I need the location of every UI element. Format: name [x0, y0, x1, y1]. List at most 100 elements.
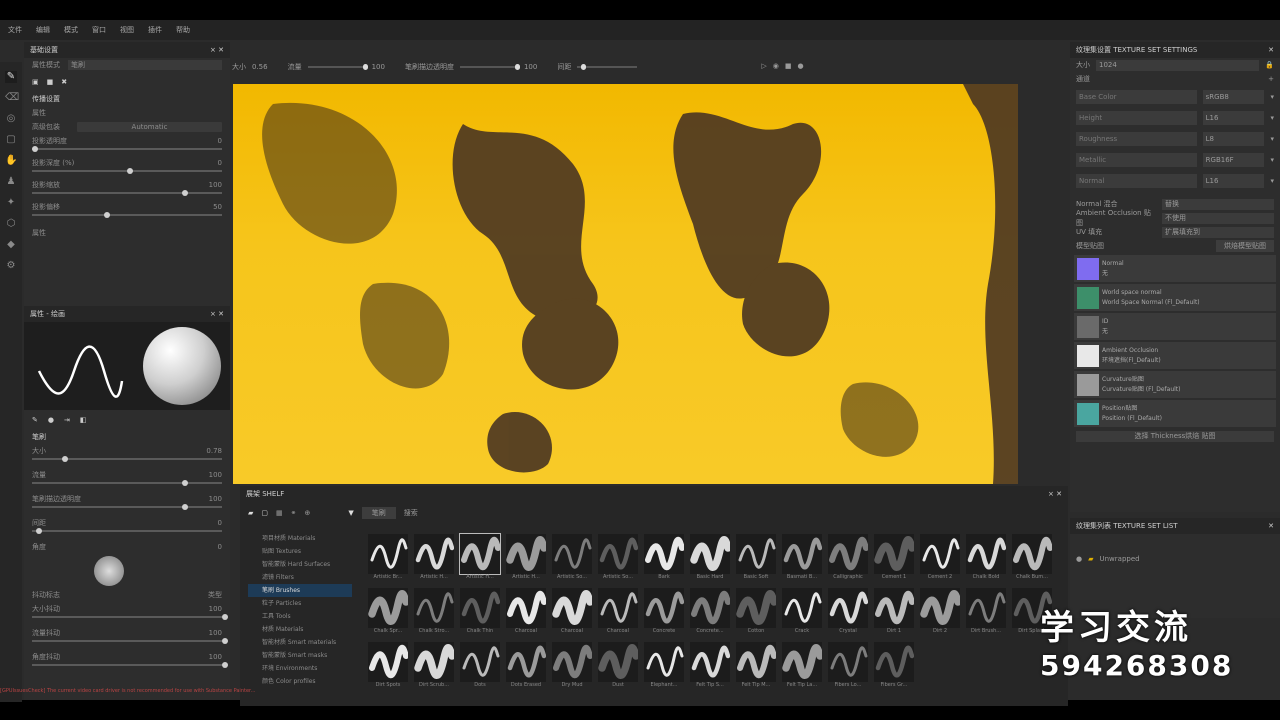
- mesh-map-slot[interactable]: ID 无: [1074, 313, 1276, 340]
- setting-row[interactable]: 高级包装 Automatic: [24, 120, 230, 134]
- param-value[interactable]: 100: [209, 653, 222, 661]
- panel-icon[interactable]: ▢: [261, 509, 268, 517]
- setting-slider[interactable]: [32, 190, 222, 196]
- shelf-category[interactable]: 智能蒙版 Smart masks: [248, 649, 352, 662]
- brush-thumbnail[interactable]: Artistic H...: [504, 534, 548, 588]
- brush-thumbnail[interactable]: Chalk Bum...: [1010, 534, 1054, 588]
- brush-thumbnail[interactable]: Chalk Spr...: [366, 588, 410, 642]
- lock-icon[interactable]: 🔒: [1265, 61, 1274, 69]
- brush-thumbnail[interactable]: Dust: [596, 642, 640, 696]
- brush-thumbnail[interactable]: Crystal: [826, 588, 870, 642]
- setting-value[interactable]: 0: [218, 159, 222, 167]
- mesh-map-slot[interactable]: Position贴图 Position (Fl_Default): [1074, 400, 1276, 427]
- spacing-slider[interactable]: [577, 64, 638, 70]
- add-channel-icon[interactable]: +: [1268, 75, 1274, 83]
- close-icon[interactable]: ✕: [1268, 522, 1274, 530]
- brush-thumbnail[interactable]: Felt Tip S...: [688, 642, 732, 696]
- param-value[interactable]: 0: [218, 543, 222, 551]
- geometry-mask-icon[interactable]: ▢: [5, 134, 17, 146]
- image-icon[interactable]: ▣: [32, 78, 39, 86]
- param-slider[interactable]: [32, 456, 222, 462]
- brush-thumbnail[interactable]: Concrete...: [688, 588, 732, 642]
- texture-set-item[interactable]: ● ▰ Unwrapped: [1070, 552, 1280, 566]
- brush-thumbnail[interactable]: Fibers Gr...: [872, 642, 916, 696]
- brush-thumbnail[interactable]: Artistic Br...: [366, 534, 410, 588]
- brush-thumbnail[interactable]: Dry Mud: [550, 642, 594, 696]
- param-value[interactable]: 100: [209, 605, 222, 613]
- mesh-map-slot[interactable]: Curvature贴图 Curvature贴图 (Fl_Default): [1074, 371, 1276, 398]
- channel-name[interactable]: Normal: [1076, 173, 1197, 188]
- settings-icon[interactable]: ⚙: [5, 260, 17, 272]
- remove-channel-icon[interactable]: ▾: [1270, 156, 1274, 164]
- menu-item[interactable]: 窗口: [92, 25, 106, 35]
- brush-thumbnail[interactable]: Charcoal: [596, 588, 640, 642]
- channel-name[interactable]: Base Color: [1076, 89, 1197, 104]
- flow-slider[interactable]: [307, 64, 368, 70]
- brush-thumbnail[interactable]: Artistic So...: [596, 534, 640, 588]
- param-value[interactable]: 100: [209, 495, 222, 503]
- shelf-category[interactable]: 材质 Materials: [248, 623, 352, 636]
- brush-thumbnail[interactable]: Artistic H...: [412, 534, 456, 588]
- param-slider[interactable]: [32, 504, 222, 510]
- brush-thumbnail[interactable]: Cement 1: [872, 534, 916, 588]
- shelf-category[interactable]: 笔刷 Brushes: [248, 584, 352, 597]
- channel-format[interactable]: L16: [1202, 110, 1265, 125]
- painted-surface[interactable]: [233, 84, 1018, 484]
- shelf-category[interactable]: 滤镜 Filters: [248, 571, 352, 584]
- link-icon[interactable]: ⚭: [291, 509, 297, 517]
- brush-thumbnail[interactable]: Felt Tip La...: [780, 642, 824, 696]
- play-icon[interactable]: ▷: [761, 62, 766, 70]
- brush-thumbnail[interactable]: Chalk Stro...: [412, 588, 456, 642]
- brush-thumbnail[interactable]: Cotton: [734, 588, 778, 642]
- brush-thumbnail[interactable]: Dirt 2: [918, 588, 962, 642]
- brush-thumbnail[interactable]: Crack: [780, 588, 824, 642]
- menu-item[interactable]: 模式: [64, 25, 78, 35]
- param-value[interactable]: 100: [209, 629, 222, 637]
- setting-value[interactable]: 100: [209, 181, 222, 189]
- param-slider[interactable]: [32, 480, 222, 486]
- eye-icon[interactable]: ●: [1076, 555, 1082, 563]
- property-value[interactable]: 笔刷: [68, 60, 222, 70]
- brush-thumbnail[interactable]: Dirt Brush...: [964, 588, 1008, 642]
- brush-thumbnail[interactable]: Felt Tip M...: [734, 642, 778, 696]
- param-slider[interactable]: [32, 662, 228, 668]
- folder-icon[interactable]: ▰: [248, 509, 253, 517]
- setting-dropdown[interactable]: Automatic: [77, 122, 222, 132]
- shelf-category[interactable]: 项目材质 Materials: [248, 532, 352, 545]
- param-value[interactable]: 0: [218, 519, 222, 527]
- size-dropdown[interactable]: 1024: [1096, 59, 1260, 71]
- setting-slider[interactable]: [32, 146, 222, 152]
- video-icon[interactable]: ●: [797, 62, 803, 70]
- cross-icon[interactable]: ✖: [61, 78, 67, 86]
- brush-thumbnail[interactable]: Basic Hard: [688, 534, 732, 588]
- camera-mode-icon[interactable]: ■: [47, 78, 54, 86]
- brush-thumbnail[interactable]: Artistic So...: [550, 534, 594, 588]
- close-icon[interactable]: × ✕: [1048, 490, 1062, 498]
- stroke-opacity-slider[interactable]: [459, 64, 520, 70]
- brush-thumbnail[interactable]: Dirt Spots: [366, 642, 410, 696]
- brush-thumbnail[interactable]: Dirt Scrub...: [412, 642, 456, 696]
- search-input[interactable]: 搜索: [404, 508, 418, 518]
- stroke-opacity-control[interactable]: 笔刷描边透明度 100: [405, 62, 543, 72]
- paint-brush-icon[interactable]: ✎: [5, 71, 17, 83]
- setting-slider[interactable]: [32, 168, 222, 174]
- 3d-viewport[interactable]: [233, 84, 1063, 484]
- footer-row[interactable]: 选择 Thickness烘焙 贴图: [1070, 429, 1280, 443]
- brush-thumbnail[interactable]: Charcoal: [550, 588, 594, 642]
- brush-thumbnail[interactable]: Concrete: [642, 588, 686, 642]
- brush-thumbnail[interactable]: Artistic H...: [458, 533, 502, 588]
- menu-item[interactable]: 文件: [8, 25, 22, 35]
- remove-channel-icon[interactable]: ▾: [1270, 93, 1274, 101]
- picker-icon[interactable]: ✦: [5, 197, 17, 209]
- brush-thumbnail[interactable]: Charcoal: [504, 588, 548, 642]
- setting-value[interactable]: 50: [213, 203, 222, 211]
- setting-slider[interactable]: [32, 212, 222, 218]
- channel-format[interactable]: L8: [1202, 131, 1265, 146]
- close-icon[interactable]: × ✕: [210, 310, 224, 318]
- property-mode-row[interactable]: 属性模式 笔刷: [24, 58, 230, 72]
- brush-thumbnail[interactable]: Elephant...: [642, 642, 686, 696]
- shelf-category[interactable]: 粒子 Particles: [248, 597, 352, 610]
- polygon-fill-icon[interactable]: ⬡: [5, 218, 17, 230]
- close-icon[interactable]: ✕: [1268, 46, 1274, 54]
- remove-channel-icon[interactable]: ▾: [1270, 114, 1274, 122]
